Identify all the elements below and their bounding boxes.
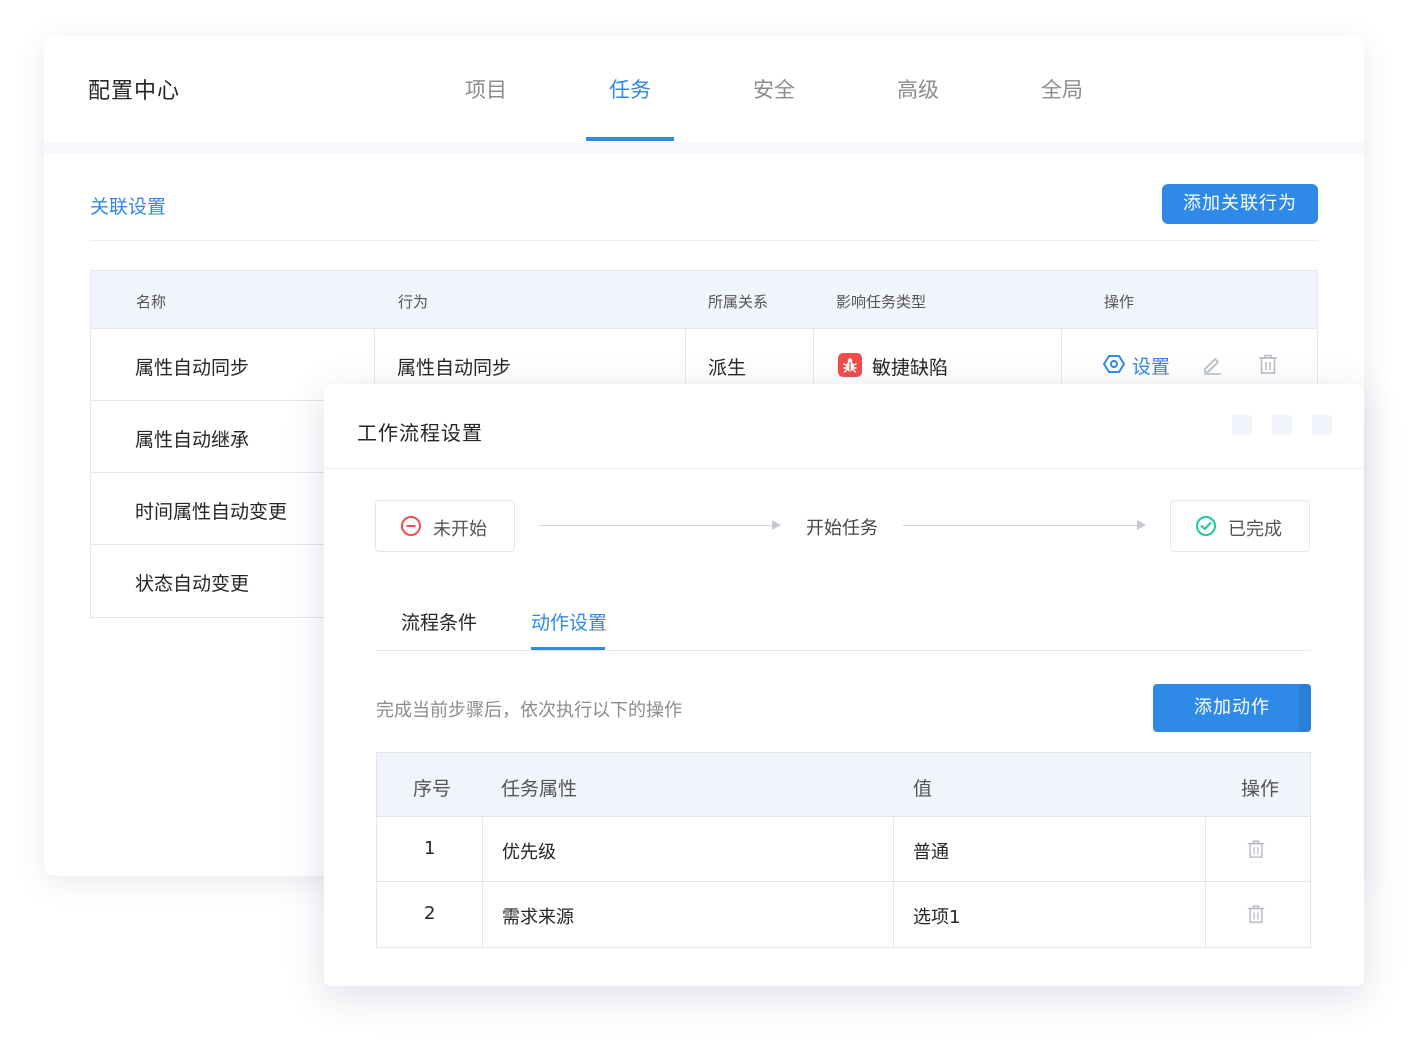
cell-divider: [1205, 817, 1206, 882]
arrow-right-icon: [772, 520, 781, 530]
divider: [90, 240, 1318, 241]
table-row[interactable]: 1 优先级 普通: [377, 817, 1310, 882]
delete-icon[interactable]: [1257, 353, 1279, 375]
maximize-button[interactable]: [1272, 415, 1292, 435]
row-value: 选项1: [913, 907, 961, 928]
state-label: 未开始: [433, 519, 487, 540]
hint-text: 完成当前步骤后，依次执行以下的操作: [376, 700, 682, 721]
workflow-settings-modal: 工作流程设置 未开始 开始任务 已完成 流程条件 动作设置 完成当前步骤后，依次…: [324, 384, 1364, 986]
column-header-actions: 操作: [1104, 293, 1135, 311]
cell-divider: [482, 817, 483, 882]
state-completed[interactable]: 已完成: [1170, 500, 1310, 552]
row-attribute: 优先级: [502, 842, 556, 863]
check-circle-icon: [1195, 515, 1217, 537]
flow-line: [903, 525, 1139, 526]
header-band: [44, 142, 1364, 154]
state-not-started[interactable]: 未开始: [375, 500, 515, 552]
app-title: 配置中心: [88, 79, 181, 104]
table-header: 序号 任务属性 值 操作: [377, 753, 1310, 817]
column-header-actions: 操作: [1241, 778, 1280, 800]
cell-divider: [893, 882, 894, 947]
arrow-right-icon: [1137, 520, 1146, 530]
row-index: 1: [424, 838, 436, 859]
cell-divider: [482, 882, 483, 947]
active-tab-indicator: [586, 137, 674, 141]
table-row[interactable]: 2 需求来源 选项1: [377, 882, 1310, 947]
row-name: 属性自动同步: [135, 357, 250, 379]
cell-divider: [1205, 882, 1206, 947]
row-behavior: 属性自动同步: [397, 357, 512, 379]
tab-security[interactable]: 安全: [724, 74, 824, 104]
column-header-name: 名称: [136, 293, 167, 311]
column-header-attribute: 任务属性: [501, 778, 578, 800]
tab-task[interactable]: 任务: [580, 74, 680, 104]
divider: [376, 650, 1311, 651]
row-name: 状态自动变更: [135, 573, 250, 595]
tab-flow-conditions[interactable]: 流程条件: [401, 608, 477, 635]
settings-icon[interactable]: [1103, 353, 1125, 375]
active-subtab-indicator: [531, 647, 605, 650]
section-title: 关联设置: [90, 196, 167, 218]
flow-line: [539, 525, 775, 526]
column-header-index: 序号: [413, 778, 452, 800]
tab-global[interactable]: 全局: [1012, 74, 1112, 104]
row-task-type: 敏捷缺陷: [872, 357, 949, 379]
edit-icon[interactable]: [1201, 353, 1223, 375]
delete-icon[interactable]: [1246, 839, 1266, 859]
modal-title: 工作流程设置: [357, 421, 483, 445]
delete-icon[interactable]: [1246, 904, 1266, 924]
tab-action-settings[interactable]: 动作设置: [531, 608, 607, 635]
settings-link[interactable]: 设置: [1132, 352, 1170, 379]
row-value: 普通: [913, 842, 949, 863]
divider: [324, 468, 1364, 469]
column-header-behavior: 行为: [398, 293, 429, 311]
minimize-button[interactable]: [1232, 415, 1252, 435]
state-label: 已完成: [1228, 519, 1282, 540]
top-nav: 配置中心 项目 任务 安全 高级 全局: [44, 36, 1364, 142]
table-header: 名称 行为 所属关系 影响任务类型 操作: [91, 271, 1317, 329]
tab-advanced[interactable]: 高级: [868, 74, 968, 104]
close-button[interactable]: [1312, 415, 1332, 435]
row-attribute: 需求来源: [502, 907, 574, 928]
row-relation: 派生: [708, 357, 747, 379]
tab-project[interactable]: 项目: [436, 74, 536, 104]
add-association-button[interactable]: 添加关联行为: [1162, 184, 1318, 224]
transition-label[interactable]: 开始任务: [806, 514, 878, 540]
column-header-task-type: 影响任务类型: [836, 293, 927, 311]
column-header-value: 值: [913, 778, 933, 800]
column-header-relation: 所属关系: [708, 293, 769, 311]
row-name: 属性自动继承: [135, 429, 250, 451]
bug-icon: [838, 353, 862, 377]
cell-divider: [893, 817, 894, 882]
action-table: 序号 任务属性 值 操作 1 优先级 普通 2 需求来源 选项1: [376, 752, 1311, 948]
add-action-button[interactable]: 添加动作: [1153, 684, 1311, 732]
row-name: 时间属性自动变更: [135, 501, 288, 523]
minus-circle-icon: [400, 515, 422, 537]
row-index: 2: [424, 903, 436, 924]
